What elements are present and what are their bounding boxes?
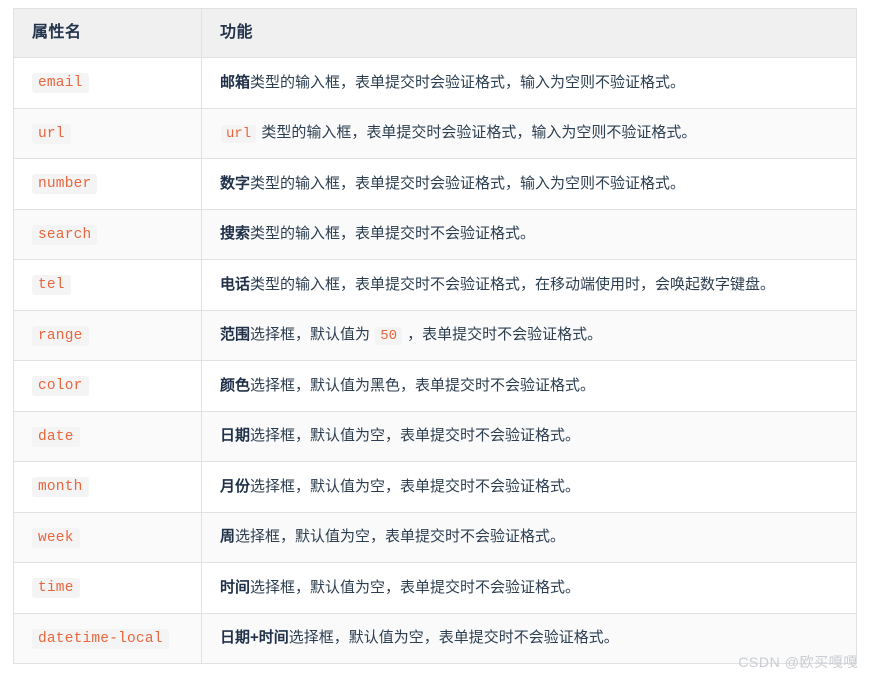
attribute-name-code-chip: search: [32, 224, 98, 245]
table-header-row: 属性名 功能: [13, 7, 857, 59]
description-keyword: 颜色: [220, 376, 251, 394]
description-text: 选择框，默认值为黑色，表单提交时不会验证格式。: [250, 376, 596, 394]
table-body: email 邮箱类型的输入框，表单提交时会验证格式，输入为空则不验证格式。 url u…: [13, 57, 857, 665]
cell-function-description: 日期选择框，默认值为空，表单提交时不会验证格式。: [201, 410, 857, 463]
attribute-name-code-chip: datetime-local: [32, 628, 169, 649]
cell-function-description: 周选择框，默认值为空，表单提交时不会验证格式。: [201, 511, 857, 564]
attribute-name-code-chip: month: [32, 477, 89, 498]
description-text: 类型的输入框，表单提交时会验证格式，输入为空则不验证格式。: [257, 124, 697, 142]
description-text: 类型的输入框，表单提交时会验证格式，输入为空则不验证格式。: [250, 73, 686, 91]
table-row: email 邮箱类型的输入框，表单提交时会验证格式，输入为空则不验证格式。: [13, 57, 857, 109]
column-header-attribute-name: 属性名: [13, 7, 202, 59]
cell-attribute-name: tel: [13, 259, 202, 311]
attribute-name-code-chip: color: [32, 376, 89, 397]
cell-attribute-name: range: [13, 309, 202, 362]
description-text: 选择框，默认值为空，表单提交时不会验证格式。: [250, 427, 581, 445]
description-keyword: 月份: [220, 477, 251, 495]
cell-attribute-name: month: [13, 461, 202, 513]
table-row: url url 类型的输入框，表单提交时会验证格式，输入为空则不验证格式。: [13, 107, 857, 160]
description-text: 类型的输入框，表单提交时不会验证格式，在移动端使用时，会唤起数字键盘。: [250, 275, 776, 293]
cell-function-description: 颜色选择框，默认值为黑色，表单提交时不会验证格式。: [201, 360, 857, 412]
table-row: search 搜索类型的输入框，表单提交时不会验证格式。: [13, 208, 857, 261]
description-text: 选择框，默认值为空，表单提交时不会验证格式。: [250, 578, 581, 596]
csdn-watermark: CSDN @欧买嘎嘎: [738, 654, 858, 670]
description-keyword: 电话: [220, 275, 251, 293]
description-text: 类型的输入框，表单提交时会验证格式，输入为空则不验证格式。: [250, 174, 686, 192]
inline-code-badge: url: [221, 125, 257, 144]
description-text: 选择框，默认值为空，表单提交时不会验证格式。: [235, 528, 566, 546]
description-text: 选择框，默认值为空，表单提交时不会验证格式。: [288, 629, 619, 647]
table-row: number 数字类型的输入框，表单提交时会验证格式，输入为空则不验证格式。: [13, 158, 857, 210]
table-row: datetime-local 日期+时间选择框，默认值为空，表单提交时不会验证格式…: [13, 612, 857, 665]
attribute-name-code-chip: range: [32, 325, 89, 346]
attribute-name-code-chip: url: [32, 123, 71, 144]
description-text: 选择框，默认值为: [250, 326, 375, 344]
cell-function-description: 时间选择框，默认值为空，表单提交时不会验证格式。: [201, 562, 857, 614]
cell-attribute-name: email: [13, 57, 202, 109]
description-keyword: 时间: [220, 578, 251, 596]
cell-attribute-name: search: [13, 208, 202, 261]
cell-function-description: 邮箱类型的输入框，表单提交时会验证格式，输入为空则不验证格式。: [201, 57, 857, 109]
cell-attribute-name: datetime-local: [13, 612, 202, 665]
attribute-name-code-chip: tel: [32, 275, 71, 296]
attribute-table-container: 属性名 功能 email 邮箱类型的输入框，表单提交时会验证格式，输入为空则不验证…: [13, 7, 857, 665]
attribute-name-code-chip: email: [32, 73, 89, 94]
table-row: date 日期选择框，默认值为空，表单提交时不会验证格式。: [13, 410, 857, 463]
description-keyword: 日期+时间: [220, 629, 289, 647]
attribute-name-code-chip: time: [32, 578, 80, 599]
cell-attribute-name: color: [13, 360, 202, 412]
description-keyword: 数字: [220, 174, 251, 192]
page-root: 属性名 功能 email 邮箱类型的输入框，表单提交时会验证格式，输入为空则不验证…: [0, 0, 872, 678]
table-row: color 颜色选择框，默认值为黑色，表单提交时不会验证格式。: [13, 360, 857, 412]
cell-attribute-name: time: [13, 562, 202, 614]
description-text: 类型的输入框，表单提交时不会验证格式。: [250, 225, 536, 243]
cell-function-description: url 类型的输入框，表单提交时会验证格式，输入为空则不验证格式。: [201, 107, 857, 160]
cell-function-description: 月份选择框，默认值为空，表单提交时不会验证格式。: [201, 461, 857, 513]
cell-attribute-name: week: [13, 511, 202, 564]
inline-code-badge: 50: [375, 327, 402, 346]
input-type-attribute-table: 属性名 功能 email 邮箱类型的输入框，表单提交时会验证格式，输入为空则不验证…: [13, 7, 857, 665]
description-keyword: 范围: [220, 326, 251, 344]
table-row: range 范围选择框，默认值为 50 ，表单提交时不会验证格式。: [13, 309, 857, 362]
table-row: time 时间选择框，默认值为空，表单提交时不会验证格式。: [13, 562, 857, 614]
cell-function-description: 数字类型的输入框，表单提交时会验证格式，输入为空则不验证格式。: [201, 158, 857, 210]
table-row: tel 电话类型的输入框，表单提交时不会验证格式，在移动端使用时，会唤起数字键盘。: [13, 259, 857, 311]
table-header: 属性名 功能: [13, 7, 857, 59]
description-keyword: 周: [220, 528, 236, 546]
description-text: ，表单提交时不会验证格式。: [403, 326, 603, 344]
table-row: week 周选择框，默认值为空，表单提交时不会验证格式。: [13, 511, 857, 564]
cell-attribute-name: date: [13, 410, 202, 463]
cell-attribute-name: number: [13, 158, 202, 210]
attribute-name-code-chip: number: [32, 174, 98, 195]
attribute-name-code-chip: week: [32, 527, 80, 548]
table-row: month 月份选择框，默认值为空，表单提交时不会验证格式。: [13, 461, 857, 513]
cell-attribute-name: url: [13, 107, 202, 160]
cell-function-description: 电话类型的输入框，表单提交时不会验证格式，在移动端使用时，会唤起数字键盘。: [201, 259, 857, 311]
cell-function-description: 范围选择框，默认值为 50 ，表单提交时不会验证格式。: [201, 309, 857, 362]
description-keyword: 搜索: [220, 225, 251, 243]
cell-function-description: 搜索类型的输入框，表单提交时不会验证格式。: [201, 208, 857, 261]
column-header-function: 功能: [201, 7, 857, 59]
attribute-name-code-chip: date: [32, 426, 80, 447]
description-keyword: 日期: [220, 427, 251, 445]
description-keyword: 邮箱: [220, 73, 251, 91]
description-text: 选择框，默认值为空，表单提交时不会验证格式。: [250, 477, 581, 495]
